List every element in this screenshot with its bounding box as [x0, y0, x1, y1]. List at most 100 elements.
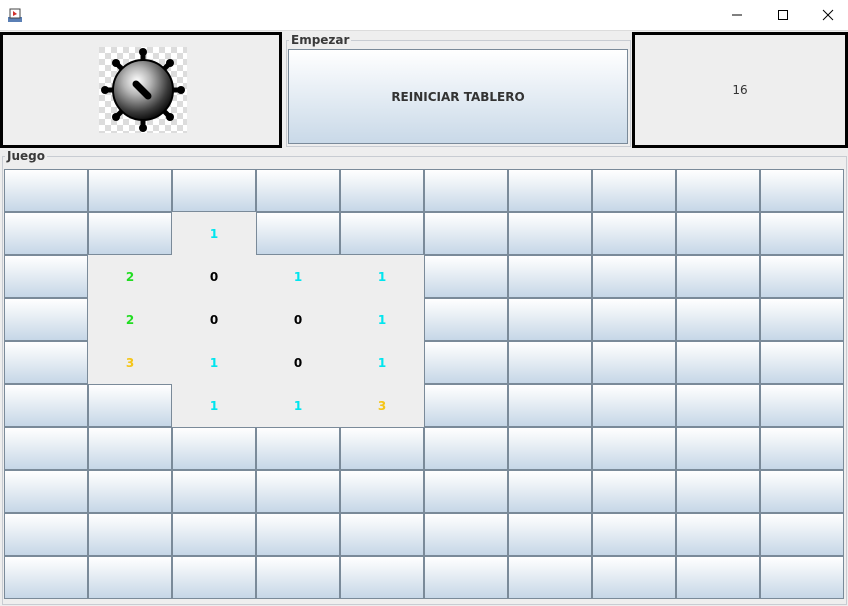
- close-icon: [822, 9, 834, 21]
- covered-cell-button[interactable]: [760, 298, 844, 341]
- covered-cell-button[interactable]: [760, 169, 844, 212]
- covered-cell-button[interactable]: [592, 298, 676, 341]
- covered-cell-button[interactable]: [4, 341, 88, 384]
- covered-cell-button[interactable]: [340, 427, 424, 470]
- covered-cell-button[interactable]: [760, 427, 844, 470]
- covered-cell-button[interactable]: [508, 470, 592, 513]
- covered-cell-button[interactable]: [424, 384, 508, 427]
- covered-cell-button[interactable]: [172, 513, 256, 556]
- counter-display: 16: [632, 32, 848, 148]
- covered-cell-button[interactable]: [340, 212, 424, 255]
- covered-cell-button[interactable]: [88, 427, 172, 470]
- covered-cell-button[interactable]: [88, 212, 172, 255]
- covered-cell-button[interactable]: [760, 212, 844, 255]
- covered-cell-button[interactable]: [88, 169, 172, 212]
- revealed-cell: 1: [256, 255, 340, 298]
- covered-cell-button[interactable]: [256, 470, 340, 513]
- covered-cell-button[interactable]: [760, 255, 844, 298]
- covered-cell-button[interactable]: [676, 298, 760, 341]
- covered-cell-button[interactable]: [676, 212, 760, 255]
- covered-cell-button[interactable]: [340, 470, 424, 513]
- covered-cell-button[interactable]: [424, 255, 508, 298]
- covered-cell-button[interactable]: [676, 255, 760, 298]
- covered-cell-button[interactable]: [760, 513, 844, 556]
- covered-cell-button[interactable]: [424, 556, 508, 599]
- covered-cell-button[interactable]: [4, 470, 88, 513]
- minimize-button[interactable]: [714, 0, 760, 30]
- covered-cell-button[interactable]: [676, 513, 760, 556]
- covered-cell-button[interactable]: [4, 513, 88, 556]
- covered-cell-button[interactable]: [508, 384, 592, 427]
- covered-cell-button[interactable]: [88, 470, 172, 513]
- covered-cell-button[interactable]: [592, 470, 676, 513]
- revealed-cell: 2: [88, 298, 172, 341]
- covered-cell-button[interactable]: [4, 212, 88, 255]
- covered-cell-button[interactable]: [424, 341, 508, 384]
- covered-cell-button[interactable]: [256, 513, 340, 556]
- covered-cell-button[interactable]: [592, 427, 676, 470]
- covered-cell-button[interactable]: [172, 556, 256, 599]
- revealed-cell: 1: [340, 298, 424, 341]
- covered-cell-button[interactable]: [676, 470, 760, 513]
- covered-cell-button[interactable]: [592, 556, 676, 599]
- covered-cell-button[interactable]: [4, 255, 88, 298]
- minesweeper-board: 1201120013101113: [4, 169, 844, 599]
- covered-cell-button[interactable]: [340, 169, 424, 212]
- covered-cell-button[interactable]: [4, 298, 88, 341]
- covered-cell-button[interactable]: [172, 427, 256, 470]
- app-window: Empezar REINICIAR TABLERO 16 Juego 12011…: [0, 0, 848, 606]
- covered-cell-button[interactable]: [424, 513, 508, 556]
- covered-cell-button[interactable]: [508, 212, 592, 255]
- covered-cell-button[interactable]: [340, 513, 424, 556]
- revealed-cell: 0: [172, 298, 256, 341]
- covered-cell-button[interactable]: [592, 341, 676, 384]
- covered-cell-button[interactable]: [676, 169, 760, 212]
- covered-cell-button[interactable]: [508, 169, 592, 212]
- covered-cell-button[interactable]: [760, 341, 844, 384]
- covered-cell-button[interactable]: [172, 169, 256, 212]
- covered-cell-button[interactable]: [760, 556, 844, 599]
- covered-cell-button[interactable]: [592, 255, 676, 298]
- covered-cell-button[interactable]: [508, 513, 592, 556]
- covered-cell-button[interactable]: [508, 341, 592, 384]
- covered-cell-button[interactable]: [760, 470, 844, 513]
- covered-cell-button[interactable]: [508, 427, 592, 470]
- covered-cell-button[interactable]: [4, 384, 88, 427]
- covered-cell-button[interactable]: [4, 169, 88, 212]
- covered-cell-button[interactable]: [424, 212, 508, 255]
- covered-cell-button[interactable]: [760, 384, 844, 427]
- covered-cell-button[interactable]: [172, 470, 256, 513]
- revealed-cell: 1: [172, 384, 256, 427]
- maximize-button[interactable]: [760, 0, 806, 30]
- covered-cell-button[interactable]: [676, 384, 760, 427]
- covered-cell-button[interactable]: [88, 384, 172, 427]
- title-bar[interactable]: [0, 0, 848, 31]
- covered-cell-button[interactable]: [592, 513, 676, 556]
- covered-cell-button[interactable]: [592, 384, 676, 427]
- covered-cell-button[interactable]: [424, 427, 508, 470]
- covered-cell-button[interactable]: [592, 212, 676, 255]
- covered-cell-button[interactable]: [424, 470, 508, 513]
- covered-cell-button[interactable]: [424, 169, 508, 212]
- covered-cell-button[interactable]: [508, 556, 592, 599]
- covered-cell-button[interactable]: [4, 556, 88, 599]
- covered-cell-button[interactable]: [256, 212, 340, 255]
- covered-cell-button[interactable]: [88, 556, 172, 599]
- covered-cell-button[interactable]: [256, 556, 340, 599]
- revealed-cell: 3: [88, 341, 172, 384]
- close-button[interactable]: [805, 0, 848, 30]
- covered-cell-button[interactable]: [256, 427, 340, 470]
- covered-cell-button[interactable]: [340, 556, 424, 599]
- covered-cell-button[interactable]: [4, 427, 88, 470]
- maximize-icon: [778, 10, 788, 20]
- covered-cell-button[interactable]: [424, 298, 508, 341]
- covered-cell-button[interactable]: [676, 427, 760, 470]
- covered-cell-button[interactable]: [508, 298, 592, 341]
- covered-cell-button[interactable]: [592, 169, 676, 212]
- covered-cell-button[interactable]: [508, 255, 592, 298]
- reset-board-button[interactable]: REINICIAR TABLERO: [288, 49, 628, 144]
- covered-cell-button[interactable]: [676, 341, 760, 384]
- covered-cell-button[interactable]: [256, 169, 340, 212]
- covered-cell-button[interactable]: [676, 556, 760, 599]
- covered-cell-button[interactable]: [88, 513, 172, 556]
